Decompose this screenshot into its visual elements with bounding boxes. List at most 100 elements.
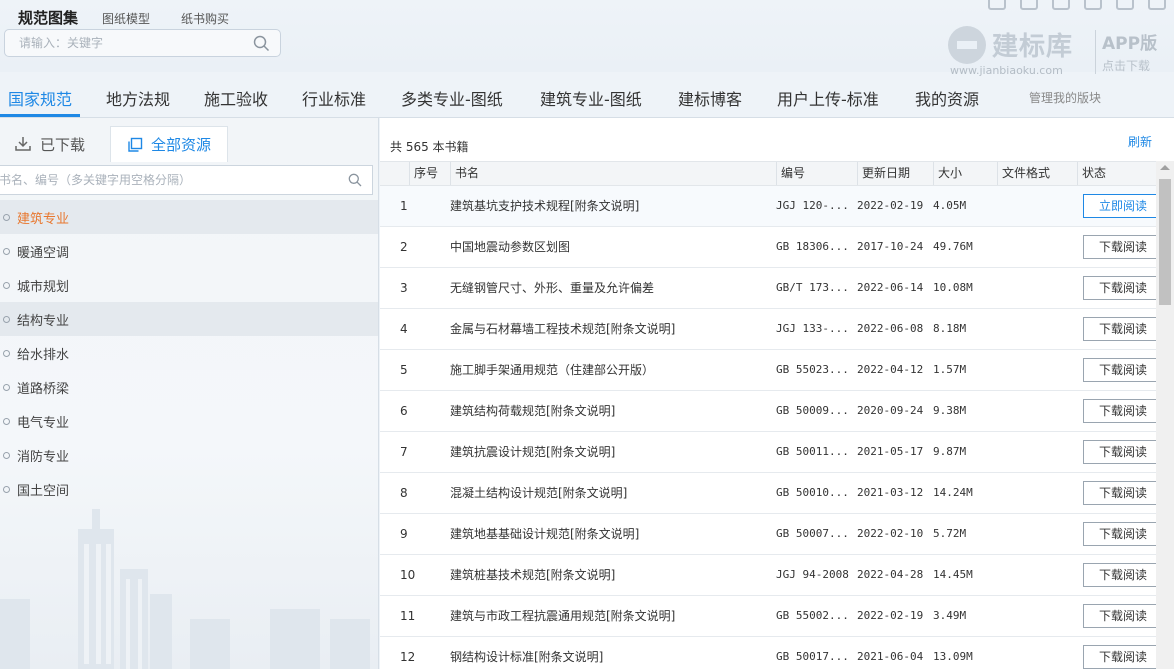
row-size: 9.38M bbox=[933, 404, 967, 417]
row-date: 2021-03-12 bbox=[857, 486, 924, 499]
tab-downloaded[interactable]: 已下载 bbox=[14, 126, 110, 162]
row-date: 2022-02-10 bbox=[857, 527, 924, 540]
nav-industry-standards[interactable]: 行业标准 bbox=[302, 86, 366, 110]
row-code: GB 50007... bbox=[776, 527, 849, 540]
row-book-name[interactable]: 建筑地基基础设计规范[附条文说明] bbox=[450, 514, 775, 554]
top-tab-standards[interactable]: 规范图集 bbox=[18, 7, 78, 28]
bullet-icon bbox=[3, 485, 10, 493]
row-size: 14.45M bbox=[933, 568, 973, 581]
row-code: GB 18306... bbox=[776, 240, 849, 253]
table-body: 1 建筑基坑支护技术规程[附条文说明] JGJ 120-... 2022-02-… bbox=[380, 186, 1171, 669]
table-row[interactable]: 8 混凝土结构设计规范[附条文说明] GB 50010... 2021-03-1… bbox=[380, 473, 1171, 514]
row-code: GB 50010... bbox=[776, 486, 849, 499]
minimize-icon[interactable] bbox=[1116, 0, 1134, 10]
table-row[interactable]: 2 中国地震动参数区划图 GB 18306... 2017-10-24 49.7… bbox=[380, 227, 1171, 268]
tab-downloaded-label: 已下载 bbox=[40, 135, 86, 154]
brand-download-label: 点击下载 bbox=[1102, 59, 1151, 73]
row-code: GB 50009... bbox=[776, 404, 849, 417]
top-header: 规范图集 图纸模型 纸书购买 建标库 www.jianbiaoku.com AP… bbox=[0, 0, 1174, 77]
brand-banner[interactable]: 建标库 www.jianbiaoku.com APP版 点击下载 bbox=[948, 26, 1168, 77]
row-book-name[interactable]: 建筑抗震设计规范[附条文说明] bbox=[450, 432, 775, 472]
row-code: GB 50017... bbox=[776, 650, 849, 663]
row-size: 9.87M bbox=[933, 445, 967, 458]
category-structural[interactable]: 结构专业 bbox=[0, 302, 378, 336]
row-book-name[interactable]: 无缝钢管尺寸、外形、重量及允许偏差 bbox=[450, 268, 775, 308]
app-icon[interactable] bbox=[1084, 0, 1102, 10]
category-water-supply[interactable]: 给水排水 bbox=[0, 336, 378, 370]
book-filter-input[interactable] bbox=[0, 166, 339, 194]
category-roads-bridges[interactable]: 道路桥梁 bbox=[0, 370, 378, 404]
row-date: 2022-04-28 bbox=[857, 568, 924, 581]
top-tab-book-purchase[interactable]: 纸书购买 bbox=[181, 10, 229, 27]
table-row[interactable]: 3 无缝钢管尺寸、外形、重量及允许偏差 GB/T 173... 2022-06-… bbox=[380, 268, 1171, 309]
row-index: 11 bbox=[400, 609, 416, 623]
row-code: GB 55023... bbox=[776, 363, 849, 376]
search-icon[interactable] bbox=[348, 173, 362, 187]
book-count: 共 565 本书籍 bbox=[390, 140, 469, 154]
row-book-name[interactable]: 中国地震动参数区划图 bbox=[450, 227, 775, 267]
vertical-scrollbar[interactable] bbox=[1156, 161, 1174, 669]
category-urban-planning[interactable]: 城市规划 bbox=[0, 268, 378, 302]
nav-user-uploads[interactable]: 用户上传-标准 bbox=[777, 86, 879, 110]
global-search-input[interactable] bbox=[5, 30, 245, 56]
row-book-name[interactable]: 金属与石材幕墙工程技术规范[附条文说明] bbox=[450, 309, 775, 349]
table-row[interactable]: 1 建筑基坑支护技术规程[附条文说明] JGJ 120-... 2022-02-… bbox=[380, 186, 1171, 227]
category-architecture[interactable]: 建筑专业 bbox=[0, 200, 378, 234]
category-label: 电气专业 bbox=[17, 415, 70, 431]
row-book-name[interactable]: 建筑基坑支护技术规程[附条文说明] bbox=[450, 186, 775, 226]
col-name[interactable]: 书名 bbox=[450, 162, 776, 185]
scroll-up-arrow-icon[interactable] bbox=[1160, 165, 1170, 170]
nav-construction-acceptance[interactable]: 施工验收 bbox=[204, 86, 268, 110]
main-nav: 国家规范 地方法规 施工验收 行业标准 多类专业-图纸 建筑专业-图纸 建标博客… bbox=[0, 76, 1174, 118]
scrollbar-thumb[interactable] bbox=[1159, 179, 1171, 305]
row-book-name[interactable]: 钢结构设计标准[附条文说明] bbox=[450, 637, 775, 669]
row-book-name[interactable]: 建筑与市政工程抗震通用规范[附条文说明] bbox=[450, 596, 775, 636]
category-label: 暖通空调 bbox=[17, 245, 70, 261]
refresh-link[interactable]: 刷新 bbox=[1128, 133, 1152, 150]
category-electrical[interactable]: 电气专业 bbox=[0, 404, 378, 438]
category-hvac[interactable]: 暖通空调 bbox=[0, 234, 378, 268]
top-tab-drawing-models[interactable]: 图纸模型 bbox=[102, 10, 150, 27]
category-label: 道路桥梁 bbox=[17, 381, 70, 397]
nav-multi-discipline-drawings[interactable]: 多类专业-图纸 bbox=[401, 86, 503, 110]
skin-icon[interactable] bbox=[988, 0, 1006, 10]
nav-local-regulations[interactable]: 地方法规 bbox=[106, 86, 170, 110]
row-size: 8.18M bbox=[933, 322, 967, 335]
table-row[interactable]: 5 施工脚手架通用规范（住建部公开版） GB 55023... 2022-04-… bbox=[380, 350, 1171, 391]
table-row[interactable]: 12 钢结构设计标准[附条文说明] GB 50017... 2021-06-04… bbox=[380, 637, 1171, 669]
global-search bbox=[4, 29, 281, 57]
nav-manage-sections[interactable]: 管理我的版块 bbox=[1029, 89, 1101, 106]
col-size[interactable]: 大小 bbox=[933, 162, 997, 185]
col-date[interactable]: 更新日期 bbox=[857, 162, 933, 185]
close-icon[interactable] bbox=[1148, 0, 1166, 10]
table-row[interactable]: 11 建筑与市政工程抗震通用规范[附条文说明] GB 55002... 2022… bbox=[380, 596, 1171, 637]
row-book-name[interactable]: 建筑结构荷载规范[附条文说明] bbox=[450, 391, 775, 431]
tab-all-resources[interactable]: 全部资源 bbox=[110, 126, 228, 162]
nav-my-resources[interactable]: 我的资源 bbox=[915, 86, 979, 110]
nav-architecture-drawings[interactable]: 建筑专业-图纸 bbox=[540, 86, 642, 110]
col-index[interactable]: 序号 bbox=[409, 162, 450, 185]
col-code[interactable]: 编号 bbox=[776, 162, 857, 185]
table-row[interactable]: 6 建筑结构荷载规范[附条文说明] GB 50009... 2020-09-24… bbox=[380, 391, 1171, 432]
row-book-name[interactable]: 建筑桩基技术规范[附条文说明] bbox=[450, 555, 775, 595]
row-book-name[interactable]: 混凝土结构设计规范[附条文说明] bbox=[450, 473, 775, 513]
row-size: 10.08M bbox=[933, 281, 973, 294]
table-row[interactable]: 7 建筑抗震设计规范[附条文说明] GB 50011... 2021-05-17… bbox=[380, 432, 1171, 473]
table-row[interactable]: 10 建筑桩基技术规范[附条文说明] JGJ 94-2008 2022-04-2… bbox=[380, 555, 1171, 596]
upload-icon[interactable] bbox=[1052, 0, 1070, 10]
brand-name: 建标库 bbox=[992, 32, 1074, 62]
search-icon[interactable] bbox=[253, 35, 270, 52]
help-icon[interactable] bbox=[1020, 0, 1038, 10]
col-format[interactable]: 文件格式 bbox=[997, 162, 1077, 185]
left-panel: 已下载 全部资源 建筑专业 暖通空调 城市规划 结构专业 给水排水 道路桥梁 电… bbox=[0, 118, 379, 669]
city-skyline-decoration bbox=[0, 509, 370, 669]
bullet-icon bbox=[3, 281, 10, 289]
nav-blog[interactable]: 建标博客 bbox=[678, 86, 742, 110]
col-status[interactable]: 状态 bbox=[1077, 162, 1156, 185]
table-row[interactable]: 9 建筑地基基础设计规范[附条文说明] GB 50007... 2022-02-… bbox=[380, 514, 1171, 555]
row-date: 2022-02-19 bbox=[857, 609, 924, 622]
category-fire-protection[interactable]: 消防专业 bbox=[0, 438, 378, 472]
row-book-name[interactable]: 施工脚手架通用规范（住建部公开版） bbox=[450, 350, 775, 390]
table-row[interactable]: 4 金属与石材幕墙工程技术规范[附条文说明] JGJ 133-... 2022-… bbox=[380, 309, 1171, 350]
nav-national-standards[interactable]: 国家规范 bbox=[8, 86, 72, 110]
